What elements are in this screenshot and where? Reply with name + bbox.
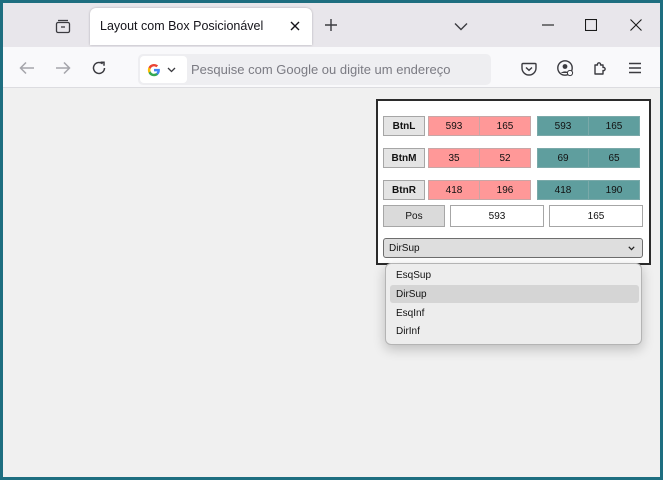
btnr-teal-x: 418	[537, 180, 589, 200]
btnl-pink-y: 165	[479, 116, 531, 136]
btnm-pink-x: 35	[428, 148, 480, 168]
corner-select[interactable]: DirSup	[383, 238, 643, 258]
search-engine-button[interactable]	[140, 56, 187, 83]
url-placeholder: Pesquise com Google ou digite um endereç…	[191, 62, 451, 77]
pos-y-field: 165	[549, 205, 643, 227]
chevron-down-icon[interactable]	[450, 15, 472, 37]
google-icon	[147, 63, 160, 76]
btnm-teal-x: 69	[537, 148, 589, 168]
btnl-teal-y: 165	[588, 116, 640, 136]
hamburger-icon[interactable]	[622, 55, 648, 81]
option-dirinf[interactable]: DirInf	[390, 322, 639, 340]
close-icon[interactable]	[286, 17, 304, 35]
select-value: DirSup	[389, 242, 420, 254]
reload-icon[interactable]	[86, 55, 112, 81]
btnr-button[interactable]: BtnR	[383, 180, 425, 200]
arrow-left-icon[interactable]	[14, 55, 40, 81]
url-bar[interactable]: Pesquise com Google ou digite um endereç…	[138, 54, 491, 85]
tab-active[interactable]: Layout com Box Posicionável	[90, 8, 312, 45]
browser-window: Layout com Box Posicionável Pesquise com…	[3, 3, 660, 477]
window-close-icon[interactable]	[626, 15, 646, 35]
page-content: BtnL 593 165 593 165 BtnM 35 52 69 65 Bt…	[3, 88, 660, 477]
option-esqsup[interactable]: EsqSup	[390, 266, 639, 284]
account-icon[interactable]	[552, 55, 578, 81]
select-dropdown-list: EsqSup DirSup EsqInf DirInf	[385, 263, 642, 345]
chevron-down-icon	[626, 243, 636, 253]
navigation-bar: Pesquise com Google ou digite um endereç…	[3, 47, 660, 88]
engine-chevron-icon	[167, 67, 176, 72]
minimize-icon[interactable]	[538, 15, 558, 35]
btnr-teal-y: 190	[588, 180, 640, 200]
maximize-icon[interactable]	[581, 15, 601, 35]
btnl-teal-x: 593	[537, 116, 589, 136]
pos-x-field: 593	[450, 205, 544, 227]
btnl-pink-x: 593	[428, 116, 480, 136]
tab-strip: Layout com Box Posicionável	[3, 3, 660, 47]
btnm-pink-y: 52	[479, 148, 531, 168]
btnr-pink-y: 196	[479, 180, 531, 200]
btnr-pink-x: 418	[428, 180, 480, 200]
tab-list-icon[interactable]	[49, 13, 77, 39]
tab-title: Layout com Box Posicionável	[100, 19, 264, 33]
btnl-button[interactable]: BtnL	[383, 116, 425, 136]
arrow-right-icon[interactable]	[50, 55, 76, 81]
btnm-button[interactable]: BtnM	[383, 148, 425, 168]
pos-label: Pos	[383, 205, 445, 227]
puzzle-icon[interactable]	[587, 55, 613, 81]
option-dirsup[interactable]: DirSup	[390, 285, 639, 303]
btnm-teal-y: 65	[588, 148, 640, 168]
position-panel: BtnL 593 165 593 165 BtnM 35 52 69 65 Bt…	[376, 99, 651, 265]
option-esqinf[interactable]: EsqInf	[390, 304, 639, 322]
pocket-icon[interactable]	[516, 55, 542, 81]
plus-icon[interactable]	[320, 14, 342, 36]
